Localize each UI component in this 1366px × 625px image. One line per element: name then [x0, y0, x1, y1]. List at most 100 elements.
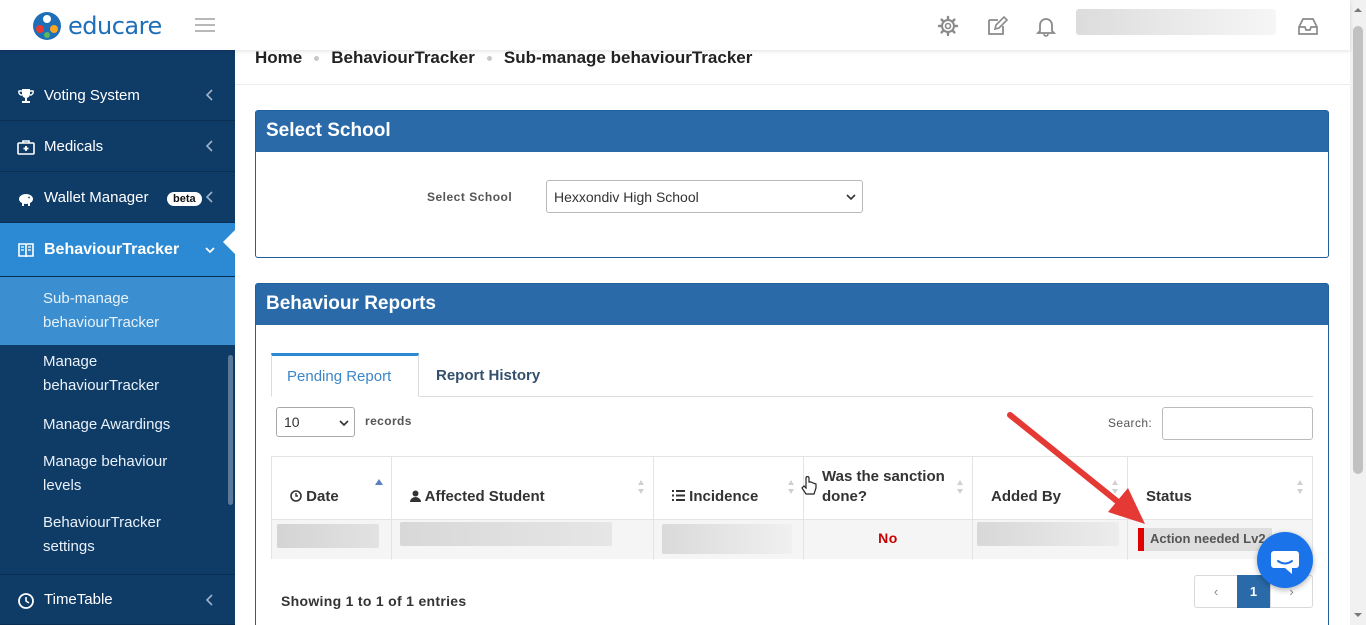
logo-icon	[33, 12, 61, 40]
edit-icon[interactable]	[986, 15, 1008, 37]
table-row[interactable]: No Action needed Lv2	[272, 519, 1312, 560]
records-select-value: 10	[284, 414, 300, 430]
school-select[interactable]: Hexxondiv High School	[546, 180, 863, 213]
search-input[interactable]	[1162, 407, 1313, 440]
chevron-left-icon	[205, 594, 213, 606]
select-school-label: Select School	[427, 190, 513, 204]
sidebar-item-label: TimeTable	[44, 591, 113, 608]
school-select-value: Hexxondiv High School	[554, 189, 699, 205]
sidebar: Voting System Medicals Wallet Manager be…	[0, 50, 235, 625]
submenu-item-manage-behaviourtracker[interactable]: Manage behaviourTracker	[0, 350, 235, 404]
hand-cursor-icon	[801, 476, 817, 495]
breadcrumb-separator	[314, 55, 320, 61]
sidebar-item-label: Medicals	[44, 137, 104, 155]
chevron-left-icon	[205, 89, 213, 101]
inbox-icon[interactable]	[1297, 15, 1319, 37]
submenu-item-label: Sub-manage behaviourTracker	[43, 290, 160, 331]
sort-icon	[957, 480, 963, 494]
column-header-affected-student[interactable]: Affected Student	[392, 457, 654, 519]
submenu-item-manage-awardings[interactable]: Manage Awardings	[0, 413, 235, 443]
search-label: Search:	[1108, 416, 1153, 430]
status-badge[interactable]: Action needed Lv2	[1138, 528, 1272, 551]
column-header-incidence[interactable]: Incidence	[654, 457, 804, 519]
breadcrumb-current: Sub-manage behaviourTracker	[503, 48, 753, 67]
trophy-icon	[18, 89, 34, 103]
user-icon	[410, 490, 421, 502]
table-info: Showing 1 to 1 of 1 entries	[281, 593, 467, 609]
chevron-left-icon	[205, 191, 213, 203]
clock-icon	[18, 593, 34, 609]
submenu-item-manage-behaviour-levels[interactable]: Manage behaviour levels	[0, 450, 235, 504]
breadcrumb-home[interactable]: Home	[255, 48, 302, 68]
redacted-value	[277, 524, 379, 548]
chat-button[interactable]	[1257, 532, 1313, 588]
pagination-prev-button[interactable]: ‹	[1194, 575, 1238, 608]
column-header-label: Status	[1146, 488, 1192, 505]
chevron-down-icon	[205, 247, 215, 254]
column-header-status[interactable]: Status	[1128, 457, 1312, 519]
cell-affected-student	[392, 520, 654, 560]
user-profile[interactable]	[1076, 9, 1276, 35]
submenu-item-sub-manage-behaviourtracker[interactable]: Sub-manage behaviourTracker	[0, 277, 235, 345]
submenu-item-label: Manage behaviourTracker	[43, 353, 160, 394]
sidebar-item-label: Wallet Manager	[44, 188, 149, 206]
submenu-item-label: BehaviourTracker settings	[43, 514, 161, 555]
cell-sanction-done: No	[804, 520, 973, 560]
medkit-icon	[17, 140, 35, 155]
sort-icon	[1112, 480, 1118, 494]
breadcrumb-separator	[486, 55, 492, 61]
redacted-value	[400, 522, 612, 546]
bell-icon[interactable]	[1035, 15, 1057, 37]
tab-report-history[interactable]: Report History	[421, 353, 555, 397]
sidebar-item-timetable[interactable]: TimeTable	[0, 574, 235, 625]
records-per-page-select[interactable]: 10	[276, 407, 355, 437]
tab-pending-report[interactable]: Pending Report	[271, 353, 419, 397]
behaviour-reports-panel: Behaviour Reports	[255, 283, 1329, 625]
scrollbar-thumb[interactable]	[1353, 26, 1363, 474]
sort-icon	[638, 480, 644, 494]
sidebar-item-label: Voting System	[44, 86, 140, 104]
submenu-item-behaviourtracker-settings[interactable]: BehaviourTracker settings	[0, 511, 235, 565]
chevron-down-icon	[846, 194, 856, 201]
sidebar-item-medicals[interactable]: Medicals	[0, 121, 235, 172]
column-header-date[interactable]: Date	[272, 457, 392, 519]
clock-icon	[290, 490, 302, 502]
reports-table: Date Affected Student Incidence Was the …	[271, 456, 1313, 560]
piggy-bank-icon	[19, 194, 33, 206]
cell-added-by	[973, 520, 1128, 560]
page-scrollbar[interactable]	[1350, 0, 1366, 625]
scroll-up-icon[interactable]	[1350, 4, 1366, 16]
submenu-item-label: Manage Awardings	[43, 416, 171, 433]
panel-title: Select School	[256, 111, 1328, 152]
brand-logo[interactable]: educare	[32, 11, 162, 41]
cell-incidence	[654, 520, 804, 560]
sort-icon	[1297, 480, 1303, 494]
cell-date	[272, 520, 392, 560]
brand-name: educare	[68, 12, 162, 40]
sidebar-item-voting-system[interactable]: Voting System	[0, 70, 235, 121]
chevron-down-icon	[339, 420, 349, 427]
active-indicator	[223, 229, 236, 255]
sort-asc-icon	[375, 479, 383, 485]
chat-icon	[1271, 551, 1299, 574]
sidebar-item-wallet-manager[interactable]: Wallet Manager beta	[0, 172, 235, 223]
column-header-added-by[interactable]: Added By	[973, 457, 1128, 519]
column-header-label: Incidence	[672, 487, 758, 507]
column-header-label: Date	[290, 487, 339, 507]
gear-icon[interactable]	[937, 15, 959, 37]
chevron-left-icon	[205, 140, 213, 152]
breadcrumb-behaviourtracker[interactable]: BehaviourTracker	[331, 48, 475, 68]
column-header-sanction-done[interactable]: Was the sanction done?	[804, 457, 973, 519]
panel-title: Behaviour Reports	[256, 284, 1328, 325]
sidebar-item-behaviourtracker[interactable]: BehaviourTracker	[0, 223, 235, 277]
column-header-label: Added By	[991, 488, 1062, 505]
book-icon	[18, 243, 34, 258]
divider	[235, 84, 1350, 85]
sidebar-item-label: BehaviourTracker	[44, 240, 180, 258]
redacted-value	[662, 524, 792, 554]
column-header-label: Affected Student	[410, 487, 545, 507]
sort-icon	[788, 480, 794, 494]
scroll-down-icon[interactable]	[1350, 609, 1366, 621]
menu-toggle-icon[interactable]	[195, 18, 215, 32]
sidebar-scrollbar[interactable]	[228, 355, 233, 505]
